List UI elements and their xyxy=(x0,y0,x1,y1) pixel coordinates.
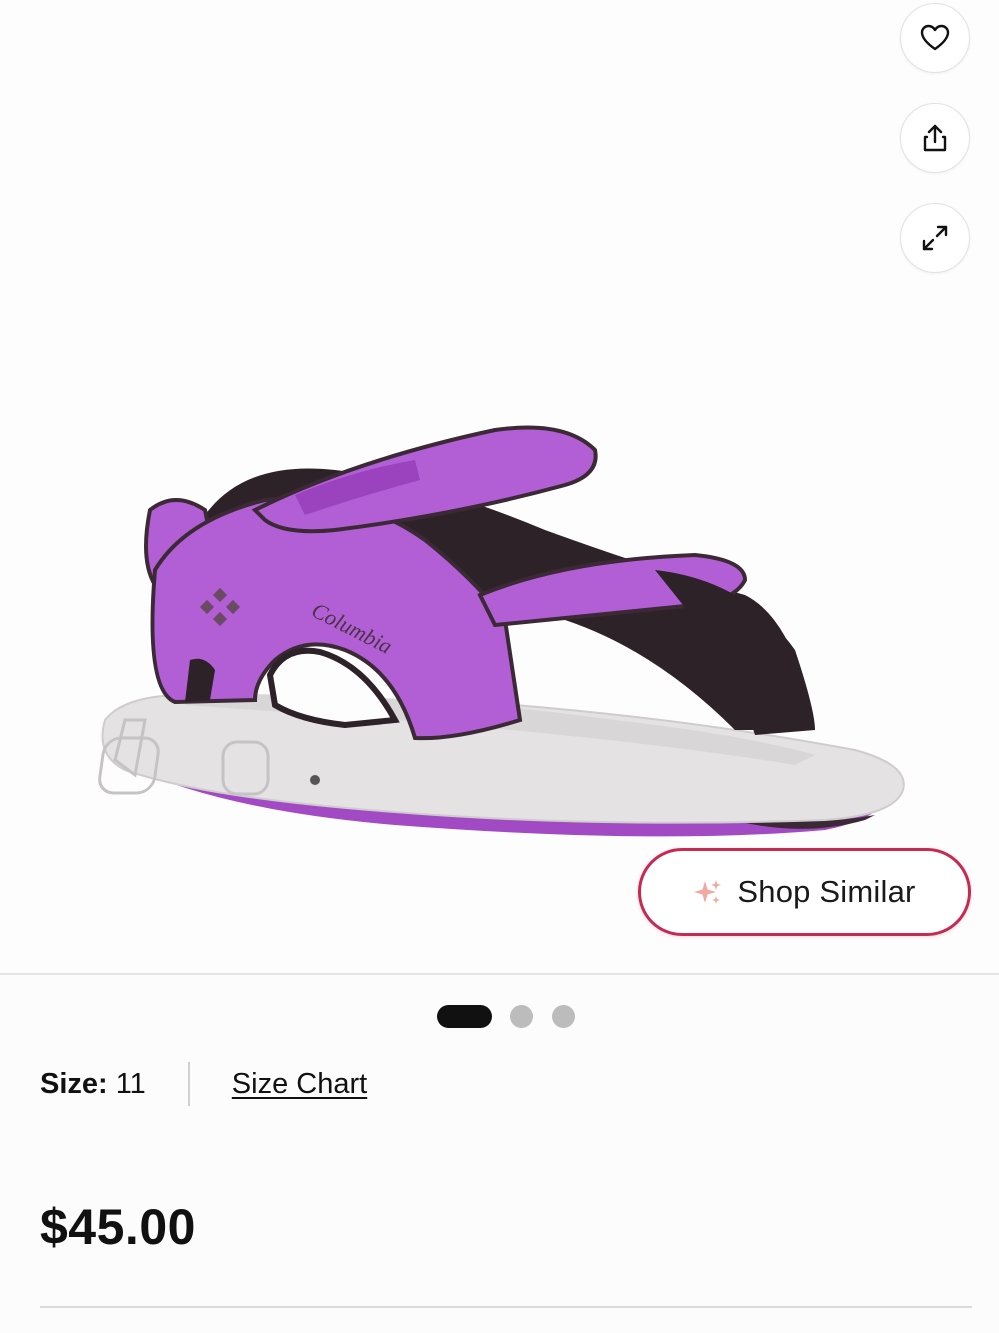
carousel-dot[interactable] xyxy=(510,1005,533,1028)
share-icon xyxy=(923,124,947,152)
size-value: 11 xyxy=(115,1067,146,1100)
divider xyxy=(187,1062,190,1106)
carousel-dot[interactable] xyxy=(552,1005,575,1028)
product-price: $45.00 xyxy=(40,1199,196,1255)
size-row: Size: 11 Size Chart xyxy=(40,1060,367,1108)
expand-icon xyxy=(922,225,948,251)
expand-image-button[interactable] xyxy=(900,203,970,273)
carousel-dot-active[interactable] xyxy=(437,1005,492,1028)
favorite-button[interactable] xyxy=(900,3,970,73)
product-image: Columbia xyxy=(98,425,905,837)
divider xyxy=(40,1306,972,1308)
sparkle-icon xyxy=(694,880,722,904)
shop-similar-button[interactable]: Shop Similar xyxy=(638,848,971,936)
shop-similar-label: Shop Similar xyxy=(737,874,916,909)
size-label: Size: xyxy=(40,1067,108,1100)
heart-icon xyxy=(920,24,950,51)
share-button[interactable] xyxy=(900,103,970,173)
carousel-indicator xyxy=(0,1005,999,1029)
size-chart-link[interactable]: Size Chart xyxy=(232,1068,367,1101)
product-image-gallery[interactable]: Columbia Shop Similar xyxy=(0,0,999,975)
